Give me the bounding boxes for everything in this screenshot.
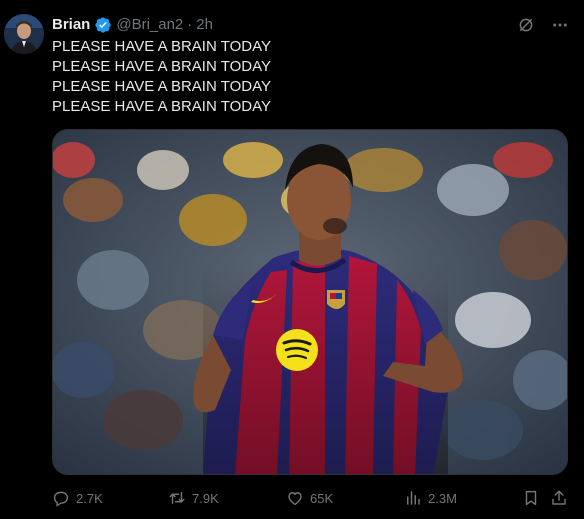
- tweet-text-line: PLEASE HAVE A BRAIN TODAY: [52, 58, 271, 75]
- author-handle[interactable]: @Bri_an2: [116, 15, 183, 35]
- views-icon: [407, 491, 420, 505]
- grok-icon[interactable]: [516, 15, 536, 35]
- like-count: 65K: [310, 490, 334, 506]
- timestamp[interactable]: 2h: [196, 15, 213, 35]
- tweet-header: Brian @Bri_an2 · 2h: [52, 15, 213, 35]
- tweet-text-line: PLEASE HAVE A BRAIN TODAY: [52, 98, 271, 115]
- share-icon: [552, 490, 566, 505]
- retweet-icon: [169, 492, 185, 504]
- retweet-button[interactable]: 7.9K: [168, 487, 219, 509]
- tweet-text-line: PLEASE HAVE A BRAIN TODAY: [52, 38, 271, 55]
- separator-dot: ·: [187, 16, 193, 33]
- reply-count: 2.7K: [76, 490, 103, 506]
- tweet-text: PLEASE HAVE A BRAIN TODAY PLEASE HAVE A …: [52, 37, 271, 117]
- reply-icon: [53, 491, 69, 507]
- reply-button[interactable]: 2.7K: [52, 487, 103, 509]
- top-actions: [516, 15, 570, 35]
- tweet-text-line: PLEASE HAVE A BRAIN TODAY: [52, 78, 271, 95]
- bookmark-button[interactable]: [522, 487, 540, 509]
- heart-icon: [288, 492, 302, 506]
- bookmark-icon: [525, 490, 537, 506]
- view-count: 2.3M: [428, 490, 457, 506]
- tweet-card[interactable]: Brian @Bri_an2 · 2h PLEASE HAVE A BRAIN …: [0, 0, 584, 519]
- avatar[interactable]: [4, 14, 44, 54]
- views-button[interactable]: 2.3M: [404, 487, 457, 509]
- author-name[interactable]: Brian: [52, 15, 90, 35]
- verified-badge-icon: [94, 16, 112, 34]
- more-icon[interactable]: [550, 15, 570, 35]
- tweet-photo[interactable]: [52, 129, 568, 475]
- action-bar: 2.7K 7.9K 65K 2.3M: [52, 487, 572, 509]
- like-button[interactable]: 65K: [286, 487, 333, 509]
- share-button[interactable]: [550, 487, 568, 509]
- retweet-count: 7.9K: [192, 490, 219, 506]
